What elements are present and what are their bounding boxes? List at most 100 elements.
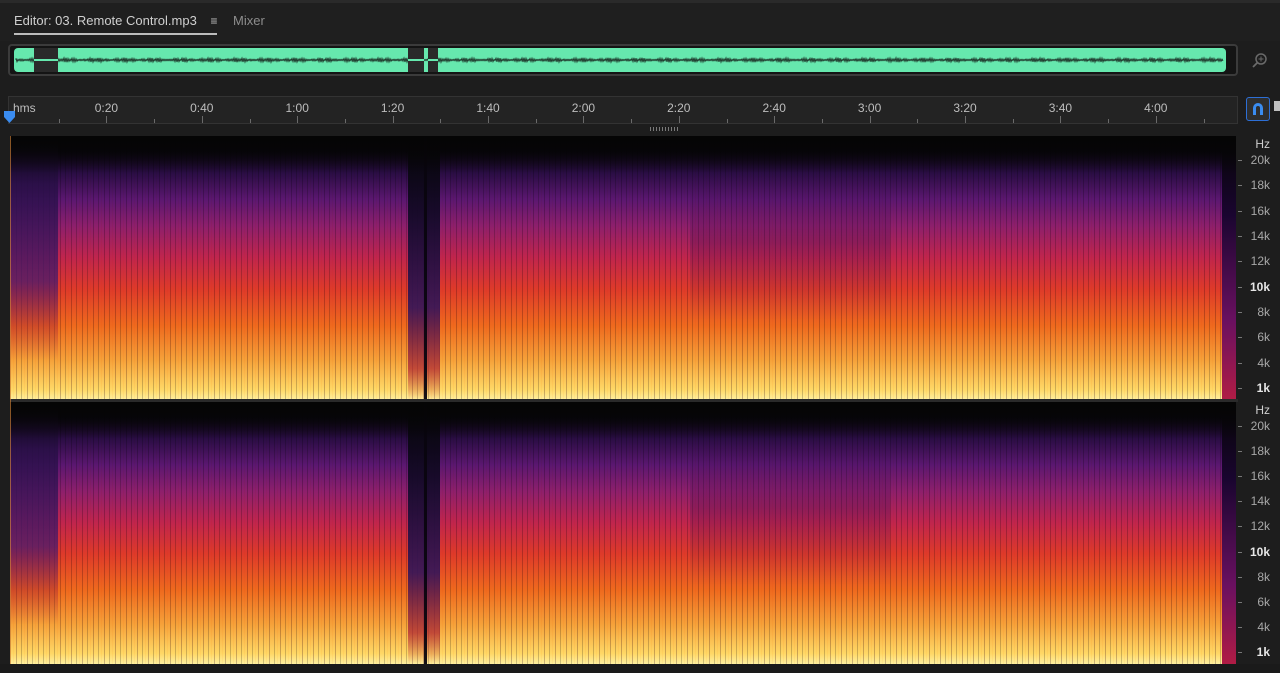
spectral-top-fade xyxy=(10,402,1236,664)
spectral-top-fade xyxy=(10,136,1236,400)
ruler-tick-mark xyxy=(154,119,156,123)
ruler-tick-mark xyxy=(201,116,203,123)
ruler-tick-mark xyxy=(1060,116,1062,123)
ruler-tick-mark xyxy=(249,119,251,123)
frequency-tick-mark xyxy=(1238,626,1242,628)
ruler-tick-label: 0:40 xyxy=(190,101,214,115)
ruler-tick-mark xyxy=(1155,116,1157,123)
frequency-tick-mark xyxy=(1238,362,1242,364)
frequency-tick-label: 1k xyxy=(1256,381,1270,395)
frequency-tick-label: 20k xyxy=(1250,153,1270,167)
frequency-tick-label: 8k xyxy=(1257,305,1270,319)
frequency-tick-label: 20k xyxy=(1250,419,1270,433)
frequency-tick-label: 14k xyxy=(1250,229,1270,243)
ruler-tick-mark xyxy=(58,119,60,123)
frequency-tick-label: 4k xyxy=(1257,619,1270,634)
frequency-tick-mark xyxy=(1238,160,1242,161)
frequency-tick-label: 18k xyxy=(1250,178,1270,193)
overview-waveform-quiet-line xyxy=(428,59,438,61)
ruler-tick-mark xyxy=(821,119,823,123)
frequency-tick-mark xyxy=(1238,261,1242,263)
ruler-tick-mark xyxy=(917,119,919,123)
ruler-tick-mark xyxy=(1108,119,1110,123)
ruler-tick-label: 3:20 xyxy=(953,101,977,115)
ruler-tick-mark xyxy=(440,119,442,123)
playhead-line xyxy=(10,136,11,664)
frequency-tick-label: 10k xyxy=(1249,544,1270,559)
ruler-tick-mark xyxy=(535,119,537,123)
playhead-marker-icon[interactable] xyxy=(3,110,16,124)
frequency-tick-label: 4k xyxy=(1257,355,1270,370)
frequency-tick-label: 8k xyxy=(1257,569,1270,584)
frequency-tick-mark xyxy=(1238,185,1242,187)
ruler-tick-mark xyxy=(965,116,966,123)
frequency-tick-mark xyxy=(1238,451,1242,453)
ruler-tick-label: 1:00 xyxy=(285,101,309,115)
panel-tab-bar: Editor: 03. Remote Control.mp3 ≡ Mixer xyxy=(0,0,1280,41)
overview-waveform-quiet-line xyxy=(40,59,58,61)
ruler-tick-label: 3:40 xyxy=(1048,101,1073,115)
ruler-tick-label: 1:20 xyxy=(380,101,405,115)
frequency-tick-label: 6k xyxy=(1257,594,1270,609)
ruler-tick-mark xyxy=(344,119,346,123)
ruler-tick-mark xyxy=(1203,119,1205,123)
ruler-tick-mark xyxy=(297,116,299,123)
overview-waveform-quiet-line xyxy=(34,59,40,61)
spectrogram-channel-right[interactable] xyxy=(10,402,1236,664)
ruler-tick-mark xyxy=(1012,119,1014,123)
audition-editor-window: Editor: 03. Remote Control.mp3 ≡ Mixer h… xyxy=(0,0,1280,673)
frequency-tick-mark xyxy=(1238,526,1242,528)
ruler-tick-mark xyxy=(488,116,489,123)
ruler-tick-mark xyxy=(869,116,871,123)
frequency-tick-mark xyxy=(1238,236,1242,237)
active-tab-indicator xyxy=(14,33,218,35)
frequency-unit-label: Hz xyxy=(1255,137,1270,151)
overview-waveform-navigator[interactable] xyxy=(8,44,1238,76)
frequency-tick-label: 18k xyxy=(1250,444,1270,459)
ruler-tick-mark xyxy=(392,116,394,123)
frequency-tick-label: 12k xyxy=(1250,519,1270,534)
frequency-tick-mark xyxy=(1238,652,1242,653)
snap-toggle-button[interactable] xyxy=(1246,97,1270,121)
frequency-unit-label: Hz xyxy=(1255,403,1270,417)
frequency-tick-mark xyxy=(1238,601,1242,603)
frequency-axis-left-channel: Hz 20k 18k 16k 14k 12k 10k 8k 6k 4k 1k xyxy=(1238,136,1280,400)
overview-waveform xyxy=(14,48,1226,72)
frequency-tick-label: 10k xyxy=(1249,279,1270,294)
frequency-tick-mark xyxy=(1238,501,1242,503)
frequency-tick-mark xyxy=(1238,426,1242,427)
frequency-tick-mark xyxy=(1238,576,1242,578)
tab-mixer-label: Mixer xyxy=(233,13,265,28)
frequency-tick-mark xyxy=(1238,337,1242,339)
frequency-tick-mark xyxy=(1238,286,1242,288)
panel-edge-marker xyxy=(1274,101,1280,111)
frequency-tick-mark xyxy=(1238,312,1242,313)
frequency-tick-mark xyxy=(1238,551,1242,553)
frequency-tick-label: 1k xyxy=(1256,645,1270,659)
frequency-tick-label: 16k xyxy=(1250,203,1270,218)
frequency-tick-mark xyxy=(1238,388,1242,389)
ruler-tick-label: 2:40 xyxy=(762,101,786,115)
ruler-tick-mark xyxy=(106,116,108,123)
tab-editor[interactable]: Editor: 03. Remote Control.mp3 ≡ xyxy=(14,13,218,35)
overview-waveform-quiet-line xyxy=(408,59,424,61)
tab-editor-label: Editor: 03. Remote Control.mp3 xyxy=(14,13,197,28)
tab-mixer[interactable]: Mixer xyxy=(233,13,265,28)
ruler-tick-label: 2:00 xyxy=(571,101,596,115)
panel-menu-icon[interactable]: ≡ xyxy=(210,14,217,28)
ruler-tick-label: 0:20 xyxy=(94,101,119,115)
frequency-tick-mark xyxy=(1238,210,1242,212)
frequency-axis-right-channel: Hz 20k 18k 16k 14k 12k 10k 8k 6k 4k 1k xyxy=(1238,402,1280,664)
spectrogram-channel-left[interactable] xyxy=(10,136,1236,400)
timeline-ruler[interactable]: hms 0:20 0:40 1:00 1:20 1:40 2:00 2:20 2:40 3:00… xyxy=(8,96,1238,124)
bottom-edge xyxy=(0,664,1280,673)
ruler-tick-mark xyxy=(583,116,585,123)
magnet-snap-icon xyxy=(1253,103,1263,115)
frequency-tick-label: 14k xyxy=(1250,494,1270,509)
ruler-tick-label: 2:20 xyxy=(667,101,691,115)
ruler-resize-grip[interactable] xyxy=(650,127,678,131)
zoom-navigator-icon[interactable] xyxy=(1250,50,1270,70)
ruler-tick-mark xyxy=(678,116,680,123)
ruler-tick-label: 1:40 xyxy=(476,101,500,115)
ruler-tick-mark xyxy=(726,119,728,123)
